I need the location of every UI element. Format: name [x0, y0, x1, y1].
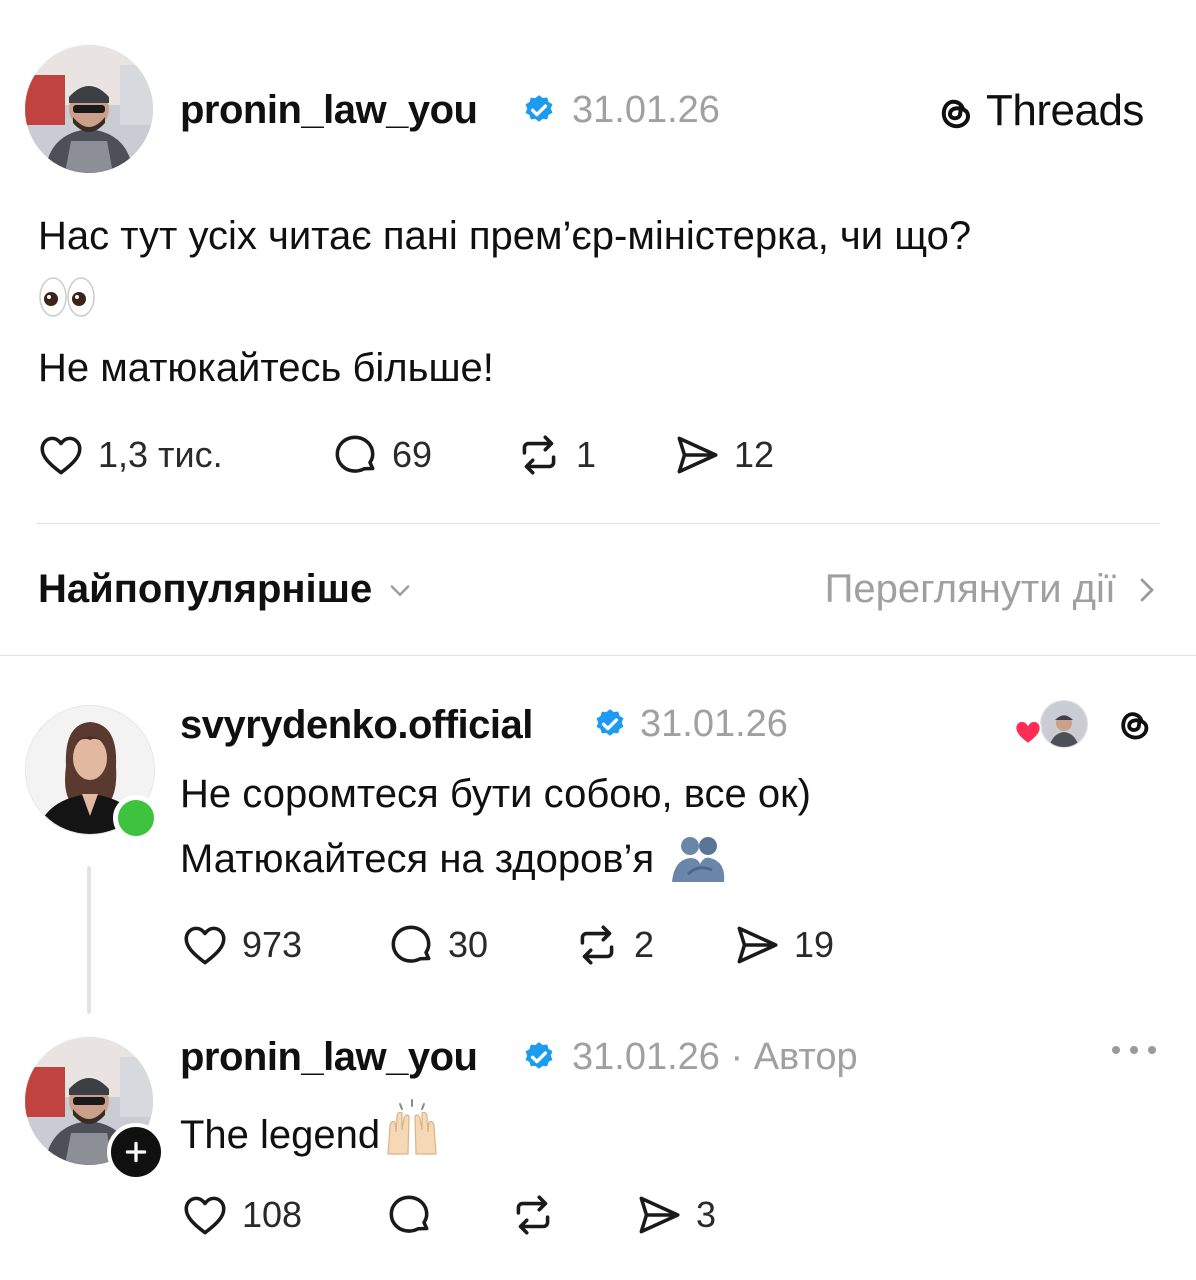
- author-tag: · Автор: [730, 1036, 858, 1078]
- verified-badge-icon: [525, 95, 553, 122]
- post-text-line2: Не матюкайтесь більше!: [38, 346, 494, 390]
- reply1-date: 31.01.26: [640, 703, 788, 745]
- reply2-username[interactable]: pronin_law_you: [180, 1035, 478, 1080]
- threads-brand: Threads: [930, 86, 1144, 136]
- comment-count: 69: [392, 434, 433, 475]
- threads-logo-icon[interactable]: [1110, 700, 1156, 746]
- reply1-share-button[interactable]: 19: [732, 920, 834, 970]
- author-avatar[interactable]: [25, 45, 153, 173]
- reply2-comment-button[interactable]: [384, 1190, 434, 1240]
- heart-filled-icon: [1014, 719, 1042, 746]
- threads-brand-label: Threads: [986, 86, 1144, 135]
- send-icon: [677, 436, 718, 474]
- reply1-like-button[interactable]: 973: [180, 920, 302, 970]
- more-icon: [1112, 1046, 1156, 1054]
- heart-icon: [184, 926, 226, 965]
- reply1-text-line1: Не соромтеся бути собою, все ок): [180, 772, 811, 816]
- reply1-username[interactable]: svyrydenko.official: [180, 703, 533, 748]
- repost-icon: [522, 435, 556, 475]
- reply1-repost-button[interactable]: 2: [572, 920, 654, 970]
- more-options-button[interactable]: [1110, 1043, 1158, 1057]
- comment-icon: [389, 1195, 429, 1233]
- repost-icon: [516, 1195, 550, 1235]
- reply2-repost-button[interactable]: [508, 1190, 558, 1240]
- reply2-share-count: 3: [696, 1194, 717, 1235]
- sort-label: Найпопулярніше: [38, 567, 373, 611]
- verified-badge-icon: [596, 709, 624, 736]
- repost-count: 1: [576, 434, 597, 475]
- reply1-comment-count: 30: [448, 924, 489, 965]
- share-count: 12: [734, 434, 775, 475]
- raising-hands-emoji-icon: [387, 1099, 437, 1155]
- reply2-text: The legend: [180, 1113, 381, 1157]
- reply1-like-count: 973: [242, 924, 303, 965]
- send-icon: [639, 1196, 680, 1234]
- comment-button[interactable]: 69: [330, 430, 432, 480]
- hug-emoji-icon: [672, 837, 725, 882]
- like-button[interactable]: 1,3 тис.: [36, 430, 223, 480]
- view-activity-link[interactable]: Переглянути дії: [825, 567, 1160, 612]
- post-date: 31.01.26: [572, 89, 720, 131]
- repost-button[interactable]: 1: [514, 430, 596, 480]
- heart-icon: [184, 1196, 226, 1235]
- chevron-right-icon: [1140, 578, 1154, 601]
- section-divider: [0, 655, 1196, 656]
- verified-badge-icon: [525, 1042, 553, 1069]
- threads-logo-icon: [941, 99, 970, 129]
- eyes-emoji-icon: [38, 276, 96, 323]
- online-status-badge: [113, 795, 159, 841]
- author-username[interactable]: pronin_law_you: [180, 88, 478, 133]
- heart-icon: [40, 436, 82, 475]
- sort-dropdown[interactable]: Найпопулярніше: [38, 567, 414, 612]
- post-text-line1: Нас тут усіх читає пані прем’єр-міністер…: [38, 214, 972, 258]
- repost-icon: [580, 925, 614, 965]
- plus-icon: [125, 1141, 147, 1163]
- reply1-share-count: 19: [794, 924, 835, 965]
- send-icon: [737, 926, 778, 964]
- reply2-like-button[interactable]: 108: [180, 1190, 302, 1240]
- like-count: 1,3 тис.: [98, 434, 223, 475]
- author-liked-indicator: [1012, 700, 1088, 748]
- reply1-text-line2-row: Матюкайтеся на здоров’я: [180, 834, 728, 884]
- reply1-text-line2: Матюкайтеся на здоров’я: [180, 836, 655, 881]
- author-mini-avatar: [1040, 700, 1088, 748]
- chevron-down-icon: [390, 584, 410, 596]
- comment-icon: [391, 925, 431, 963]
- view-activity-label: Переглянути дії: [824, 567, 1116, 611]
- reply2-date: 31.01.26: [572, 1036, 720, 1078]
- reply1-comment-button[interactable]: 30: [386, 920, 488, 970]
- comment-icon: [335, 435, 375, 473]
- follow-button[interactable]: [107, 1123, 165, 1181]
- divider: [36, 523, 1160, 524]
- reply2-share-button[interactable]: 3: [634, 1190, 716, 1240]
- reply2-text-row: The legend: [180, 1098, 442, 1158]
- reply2-like-count: 108: [242, 1194, 303, 1235]
- reply1-repost-count: 2: [634, 924, 655, 965]
- thread-line: [87, 866, 91, 1014]
- share-button[interactable]: 12: [672, 430, 774, 480]
- reply2-date-row: 31.01.26 · Автор: [572, 1036, 858, 1079]
